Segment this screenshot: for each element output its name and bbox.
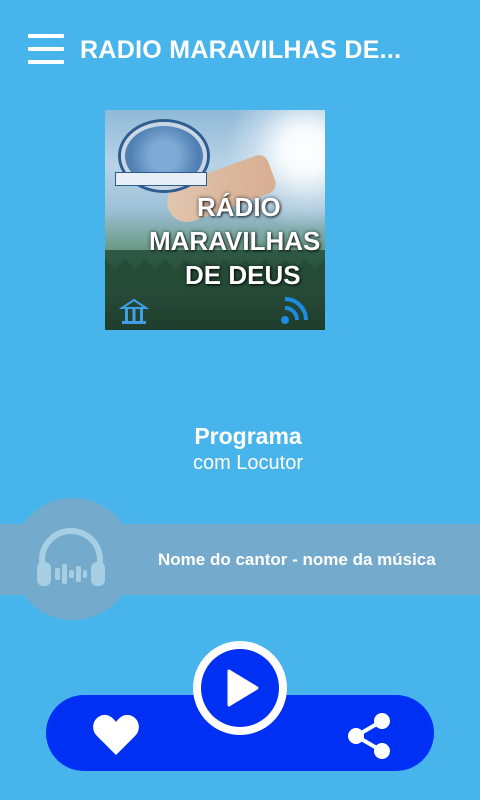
church-seal-ribbon [115,172,207,186]
broadcast-wifi-icon [281,297,308,324]
program-host: com Locutor [192,452,304,474]
play-button[interactable] [193,641,287,735]
menu-line [28,60,64,64]
menu-icon[interactable] [28,34,64,64]
menu-line [28,34,64,38]
heart-icon[interactable] [92,714,140,756]
share-icon[interactable] [346,712,392,760]
cover-station-name: RÁDIO MARAVILHAS DE DEUS [105,190,325,292]
top-app-bar: RADIO MARAVILHAS DE... [0,0,480,100]
temple-icon [119,298,149,324]
now-playing-text: Nome do cantor - nome da música [158,550,436,569]
headphones-icon [37,528,105,586]
cover-line-maravilhas: MARAVILHAS [149,226,321,256]
program-info: Programa com Locutor [0,422,480,476]
program-title: Programa [194,423,302,449]
play-button-inner [201,649,279,727]
menu-line [28,47,64,51]
station-cover-art: RÁDIO MARAVILHAS DE DEUS [105,110,325,330]
cover-line-radio: RÁDIO [197,192,281,222]
cover-line-de-deus: DE DEUS [185,260,301,290]
play-icon [227,669,259,707]
app-title: RADIO MARAVILHAS DE... [80,36,402,64]
